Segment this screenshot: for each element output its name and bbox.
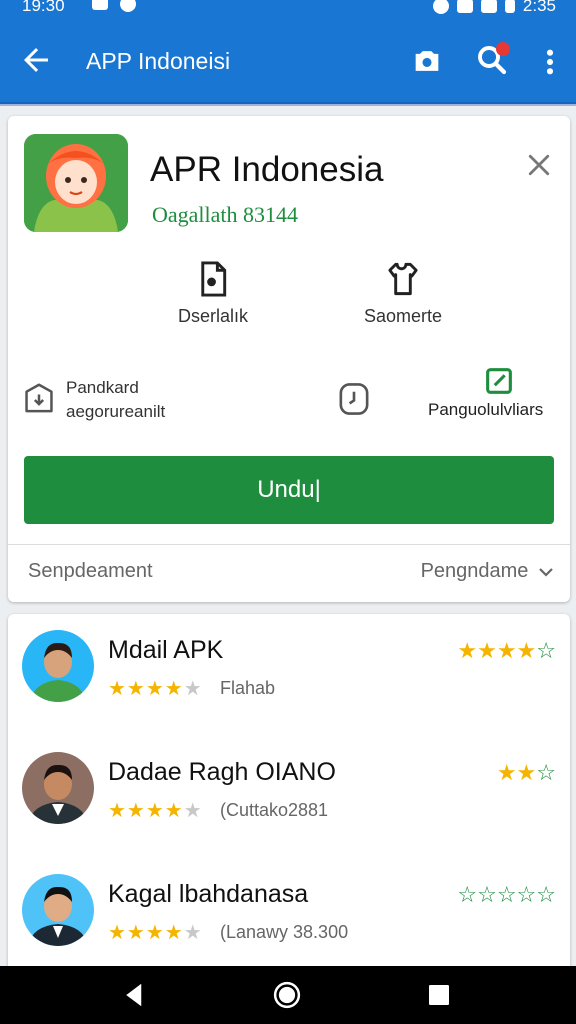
review-item[interactable]: Kagal lbahdanasa ★★★★★ (Lanawy 38.300 ☆☆… bbox=[8, 858, 570, 968]
review-name: Dadae Ragh OIANO bbox=[108, 758, 336, 786]
avatar bbox=[22, 630, 94, 702]
avatar-art bbox=[22, 752, 94, 824]
info-left-text: Pandkard aegorureanilt bbox=[66, 376, 165, 424]
status-right-icons: 2:35 bbox=[432, 0, 556, 16]
wifi-icon bbox=[456, 0, 473, 13]
status-time: 19:30 bbox=[22, 0, 65, 15]
app-bar: APP Indoneisi bbox=[0, 20, 576, 104]
clock-icon bbox=[339, 383, 369, 415]
app-name: APR Indonesia bbox=[150, 150, 384, 189]
status-right-time: 2:35 bbox=[522, 0, 556, 15]
review-stars: ★★★★★ bbox=[108, 800, 203, 822]
action-shirt[interactable]: Saomerte bbox=[348, 260, 458, 327]
review-rating: ☆☆☆☆☆ bbox=[457, 882, 556, 907]
review-item[interactable]: Dadae Ragh OIANO ★★★★★ (Cuttako2881 ★★☆ bbox=[8, 736, 570, 846]
divider bbox=[8, 544, 570, 545]
app-icon-art bbox=[24, 134, 128, 232]
notification-icon bbox=[92, 0, 108, 10]
app-details-card: APR Indonesia Oagallath 83144 Dserlalık … bbox=[8, 116, 570, 602]
app-bar-shadow bbox=[0, 102, 576, 106]
review-name: Mdail APK bbox=[108, 636, 224, 664]
install-button[interactable]: Undu| bbox=[24, 456, 554, 524]
camera-icon[interactable] bbox=[410, 44, 444, 78]
more-vert-icon[interactable] bbox=[538, 46, 562, 78]
review-stars: ★★★★★ bbox=[108, 922, 203, 944]
action-document[interactable]: Dserlalık bbox=[158, 260, 268, 327]
reviews-card: Mdail APK ★★★★★ Flahab ★★★★☆ Dadae Ragh … bbox=[8, 614, 570, 974]
avatar-art bbox=[22, 630, 94, 702]
review-item[interactable]: Mdail APK ★★★★★ Flahab ★★★★☆ bbox=[8, 614, 570, 724]
nav-back-icon[interactable] bbox=[120, 980, 150, 1010]
navigation-bar bbox=[0, 966, 576, 1024]
signal-icon bbox=[480, 0, 497, 13]
review-name: Kagal lbahdanasa bbox=[108, 880, 309, 908]
footer-left-link[interactable]: Senpdeament bbox=[28, 560, 153, 583]
action-shirt-label: Saomerte bbox=[363, 306, 443, 326]
avatar bbox=[22, 874, 94, 946]
review-meta: Flahab bbox=[220, 678, 276, 698]
close-icon[interactable] bbox=[524, 150, 554, 180]
footer-right-label: Pengndame bbox=[420, 560, 529, 582]
notification-badge bbox=[496, 42, 510, 56]
info-left-line1: Pandkard bbox=[66, 378, 139, 397]
review-stars: ★★★★★ bbox=[108, 678, 203, 700]
download-shield-icon bbox=[25, 383, 53, 413]
chevron-down-icon bbox=[539, 567, 553, 577]
shield-icon bbox=[120, 0, 136, 12]
back-arrow-icon[interactable] bbox=[18, 42, 54, 78]
footer-right-dropdown[interactable]: Pengndame bbox=[421, 560, 554, 583]
avatar bbox=[22, 752, 94, 824]
info-right-label: Panguolulvliars bbox=[428, 400, 544, 419]
info-left-line2: aegorureanilt bbox=[66, 402, 166, 421]
sync-icon bbox=[432, 0, 449, 14]
nav-recents-icon[interactable] bbox=[424, 980, 454, 1010]
document-icon bbox=[201, 261, 227, 297]
status-left-icons bbox=[92, 0, 136, 12]
status-bar: 19:30 2:35 bbox=[0, 0, 576, 20]
review-rating: ★★☆ bbox=[496, 760, 556, 785]
info-row: Pandkard aegorureanilt Panguolulvliars bbox=[8, 368, 570, 432]
review-rating: ★★★★☆ bbox=[457, 638, 556, 663]
app-icon[interactable] bbox=[24, 134, 128, 232]
edit-square-icon bbox=[486, 368, 512, 394]
review-meta: (Lanawy 38.300 bbox=[220, 922, 349, 942]
action-document-label: Dserlalık bbox=[177, 306, 248, 326]
app-developer[interactable]: Oagallath 83144 bbox=[152, 202, 298, 228]
nav-home-icon[interactable] bbox=[272, 980, 302, 1010]
battery-icon bbox=[504, 0, 515, 13]
shirt-icon bbox=[388, 262, 418, 296]
review-meta: (Cuttako2881 bbox=[220, 800, 329, 820]
app-bar-title: APP Indoneisi bbox=[86, 48, 231, 74]
avatar-art bbox=[22, 874, 94, 946]
